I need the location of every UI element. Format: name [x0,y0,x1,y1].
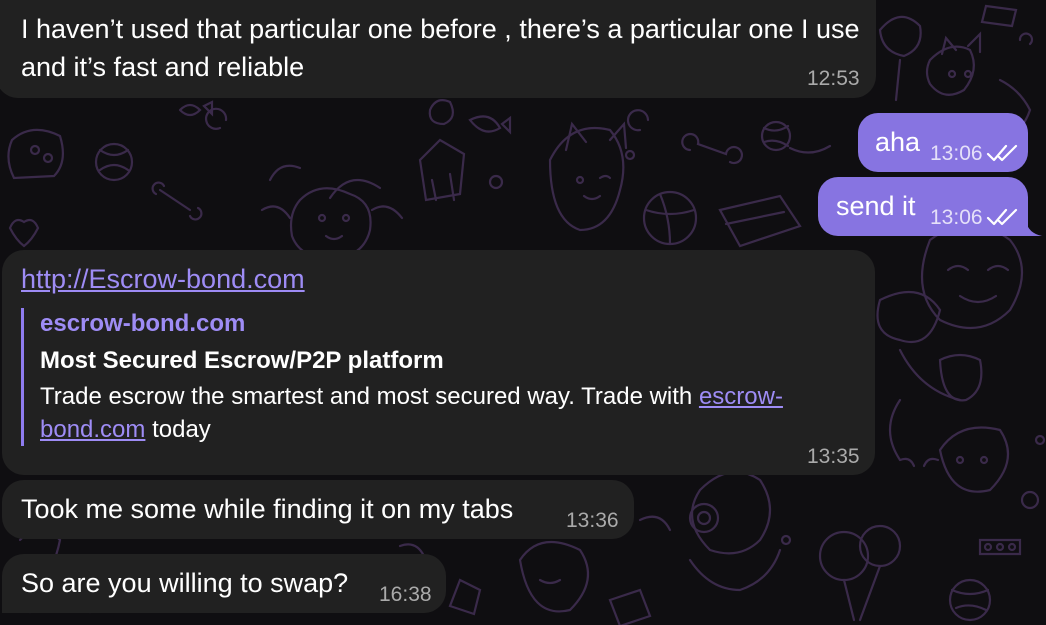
chat-view: I haven’t used that particular one befor… [0,0,1046,625]
link-preview-description: Trade escrow the smartest and most secur… [40,380,851,446]
message-link[interactable]: http://Escrow-bond.com [21,260,305,298]
message-text: Took me some while finding it on my tabs [21,494,514,524]
message-bubble-incoming[interactable]: I haven’t used that particular one befor… [0,0,876,98]
message-time: 12:53 [807,67,860,90]
message-time: 16:38 [379,583,432,606]
message-text: So are you willing to swap? [21,568,349,598]
message-bubble-incoming[interactable]: http://Escrow-bond.com escrow-bond.com M… [2,250,875,475]
link-preview-title: Most Secured Escrow/P2P platform [40,347,444,374]
link-preview-description-text: Trade escrow the smartest and most secur… [40,383,699,410]
message-time: 13:06 [930,206,983,229]
double-check-icon [986,144,1018,162]
message-bubble-outgoing[interactable]: send it 13:06 [818,177,1028,236]
message-text: send it [836,191,916,221]
message-bubble-incoming[interactable]: Took me some while finding it on my tabs… [2,480,634,539]
link-preview[interactable]: escrow-bond.com Most Secured Escrow/P2P … [21,308,851,446]
message-text: I haven’t used that particular one befor… [21,14,860,82]
message-bubble-outgoing[interactable]: aha 13:06 [858,113,1028,172]
message-text: aha [875,127,921,157]
message-time: 13:36 [566,509,619,532]
message-bubble-incoming[interactable]: So are you willing to swap? 16:38 [2,554,446,613]
link-preview-site: escrow-bond.com [40,310,246,337]
link-preview-description-text: today [145,416,211,443]
bubble-tail [1026,221,1042,236]
double-check-icon [986,208,1018,226]
message-time: 13:06 [930,142,983,165]
message-time: 13:35 [807,445,860,468]
